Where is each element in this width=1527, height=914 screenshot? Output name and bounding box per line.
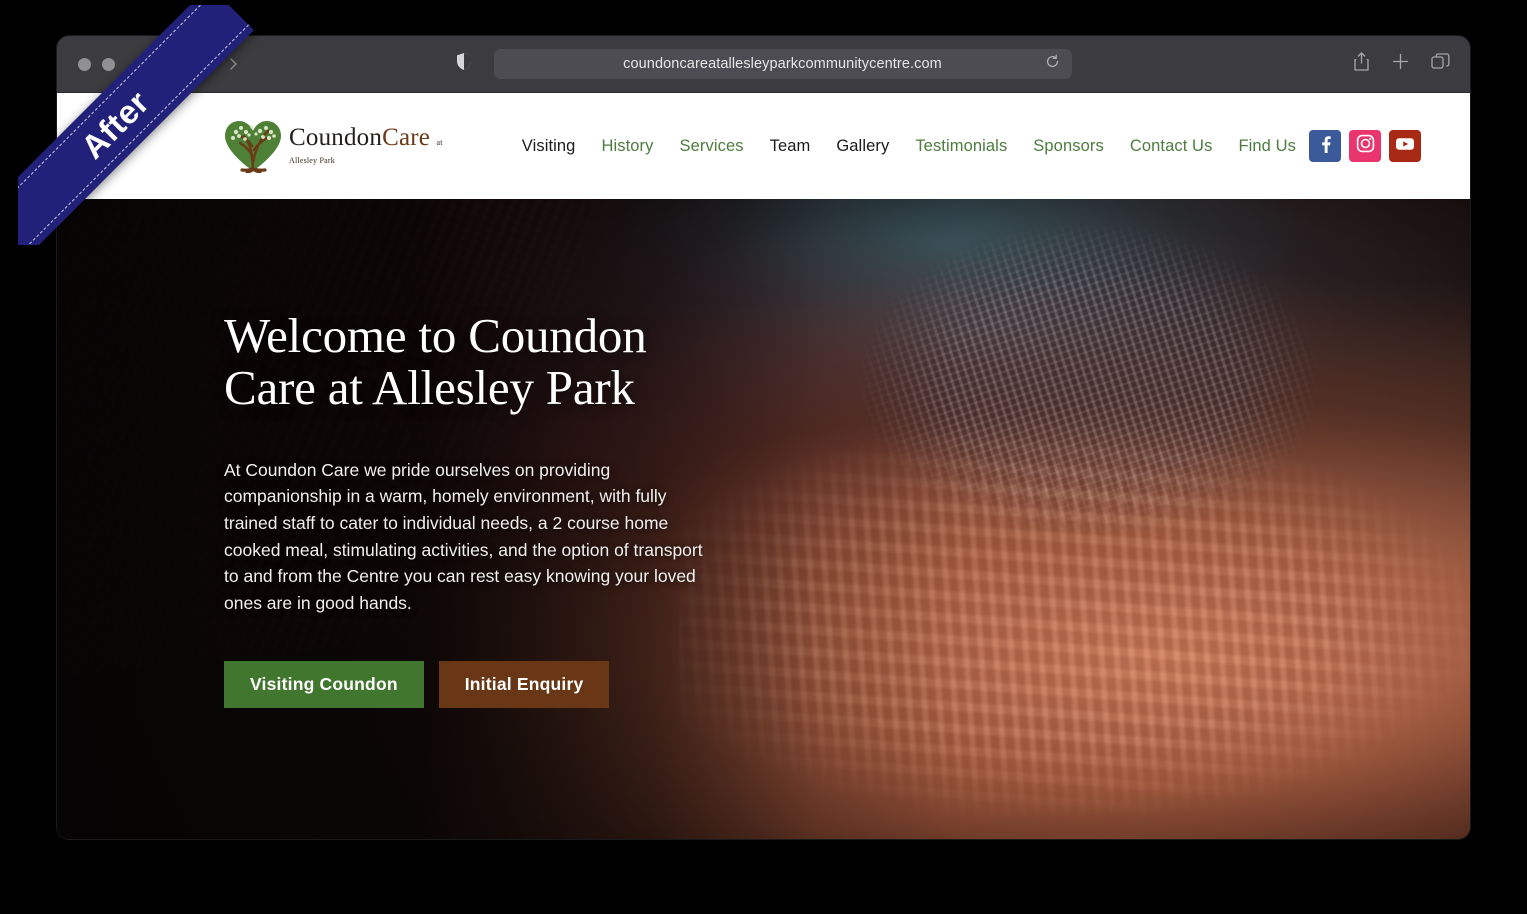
nav-item-gallery[interactable]: Gallery (823, 137, 902, 156)
nav-item-sponsors[interactable]: Sponsors (1020, 137, 1117, 156)
logo-name-second: Care (382, 123, 431, 151)
hero-content: Welcome to Coundon Care at Allesley Park… (224, 308, 784, 709)
nav-item-team[interactable]: Team (757, 137, 824, 156)
site-header: CoundonCare at Allesley Park Visiting Hi… (57, 93, 1470, 199)
screenshot-canvas: coundoncareatallesleyparkcommunitycentre… (0, 0, 1527, 914)
shield-icon[interactable] (456, 52, 472, 76)
browser-toolbar: coundoncareatallesleyparkcommunitycentre… (57, 36, 1470, 93)
logo-wordmark: CoundonCare at Allesley Park (289, 125, 462, 168)
nav-item-testimonials[interactable]: Testimonials (902, 137, 1020, 156)
facebook-link[interactable] (1309, 130, 1341, 162)
hero-description: At Coundon Care we pride ourselves on pr… (224, 459, 703, 613)
navigation-arrows (190, 57, 240, 71)
instagram-icon (1356, 134, 1375, 158)
toolbar-right-actions (1353, 52, 1450, 76)
hero-section: Welcome to Coundon Care at Allesley Park… (57, 199, 1470, 839)
tab-overview-icon[interactable] (1431, 52, 1450, 76)
visiting-coundon-button[interactable]: Visiting Coundon (224, 661, 424, 709)
initial-enquiry-button[interactable]: Initial Enquiry (438, 661, 610, 709)
minimize-window-button[interactable] (102, 57, 115, 71)
green-heart-tree-icon (222, 119, 284, 174)
social-links (1309, 130, 1421, 162)
forward-button[interactable] (226, 57, 240, 71)
facebook-icon (1316, 135, 1334, 158)
hero-title: Welcome to Coundon Care at Allesley Park (224, 308, 784, 416)
nav-item-find-us[interactable]: Find Us (1225, 137, 1309, 156)
nav-item-contact-us[interactable]: Contact Us (1117, 137, 1226, 156)
back-button[interactable] (190, 57, 204, 71)
nav-item-history[interactable]: History (588, 137, 666, 156)
browser-window: coundoncareatallesleyparkcommunitycentre… (57, 36, 1470, 839)
hero-actions: Visiting Coundon Initial Enquiry (224, 661, 784, 709)
reload-icon[interactable] (1045, 54, 1060, 74)
close-window-button[interactable] (78, 57, 91, 71)
share-icon[interactable] (1353, 52, 1370, 76)
logo-name-first: Coundon (289, 123, 383, 151)
instagram-link[interactable] (1349, 130, 1381, 162)
window-traffic-lights (57, 57, 115, 71)
hero-title-line-2: Care at Allesley Park (224, 360, 635, 416)
main-navigation: Visiting History Services Team Gallery T… (509, 137, 1309, 156)
plus-icon[interactable] (1392, 53, 1409, 75)
address-bar-region: coundoncareatallesleyparkcommunitycentre… (57, 36, 1470, 92)
url-bar[interactable]: coundoncareatallesleyparkcommunitycentre… (493, 49, 1072, 79)
youtube-link[interactable] (1389, 130, 1421, 162)
nav-item-services[interactable]: Services (667, 137, 757, 156)
url-text: coundoncareatallesleyparkcommunitycentre… (623, 56, 942, 72)
hero-title-line-1: Welcome to Coundon (224, 308, 647, 363)
nav-item-visiting[interactable]: Visiting (509, 137, 589, 156)
site-logo[interactable]: CoundonCare at Allesley Park (222, 119, 462, 174)
youtube-icon (1395, 136, 1415, 157)
